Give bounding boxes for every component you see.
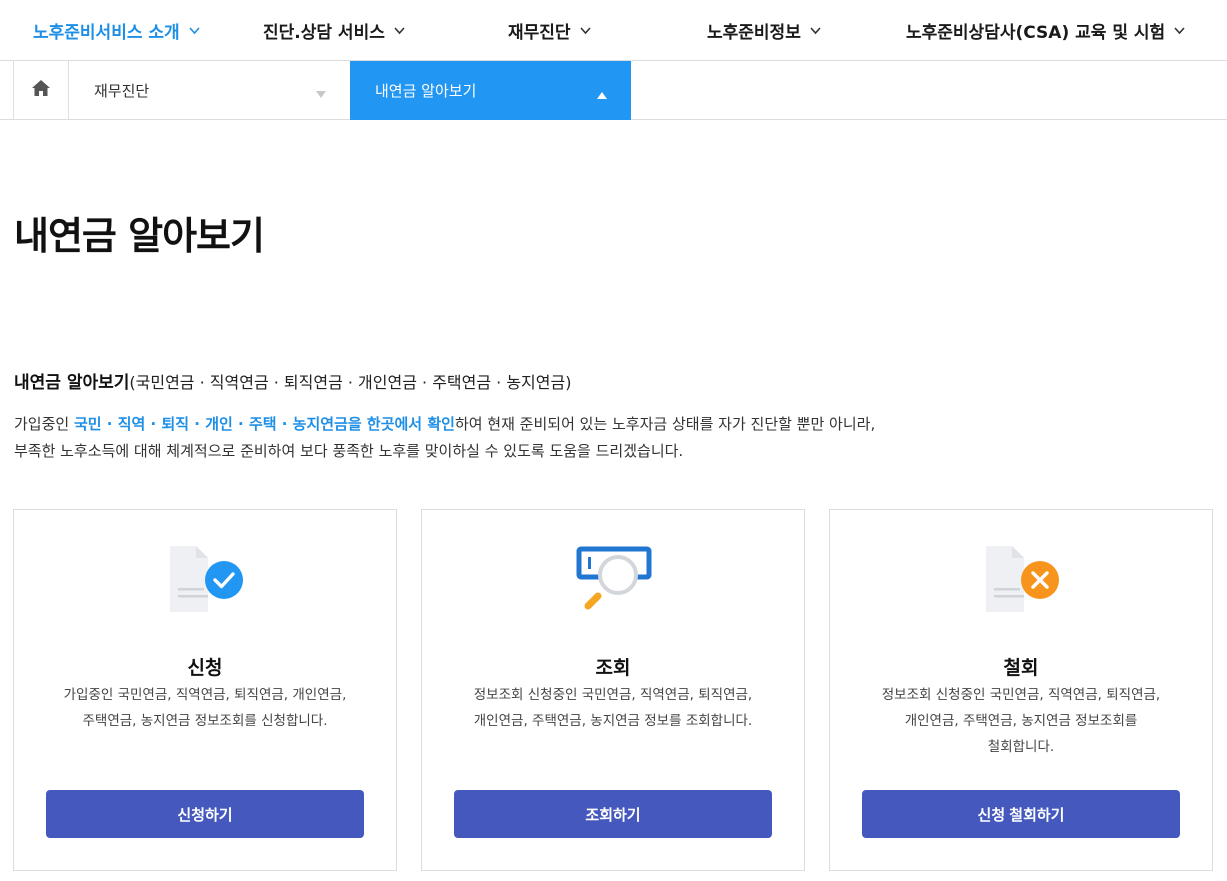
search-magnifier-icon bbox=[574, 540, 654, 614]
top-navigation: 노후준비서비스 소개 진단.상담 서비스 재무진단 노후준비정보 노후준비상담사… bbox=[0, 0, 1227, 61]
nav-item-diagnosis-consulting[interactable]: 진단.상담 서비스 bbox=[263, 0, 406, 60]
caret-up-icon bbox=[597, 85, 607, 103]
card-description-line: 철회합니다. bbox=[987, 739, 1055, 755]
chevron-down-icon bbox=[188, 24, 201, 37]
page-title: 내연금 알아보기 bbox=[14, 214, 265, 258]
card-title: 신청 bbox=[187, 657, 223, 679]
intro-line-2: 부족한 노후소득에 대해 체계적으로 준비하여 보다 풍족한 노후를 맞이하실 … bbox=[14, 442, 684, 460]
nav-item-label: 노후준비상담사(CSA) 교육 및 시험 bbox=[906, 22, 1166, 43]
chevron-down-icon bbox=[1173, 24, 1186, 37]
intro-line-1: 가입중인 국민 · 직역 · 퇴직 · 개인 · 주택 · 농지연금을 한곳에서… bbox=[14, 411, 875, 438]
inquiry-button[interactable]: 조회하기 bbox=[454, 790, 772, 838]
document-cancel-icon bbox=[982, 540, 1062, 614]
card-description-line: 가입중인 국민연금, 직역연금, 퇴직연금, 개인연금, bbox=[63, 687, 347, 703]
card-description: 가입중인 국민연금, 직역연금, 퇴직연금, 개인연금, 주택연금, 농지연금 … bbox=[38, 682, 372, 734]
intro-heading: 내연금 알아보기(국민연금 · 직역연금 · 퇴직연금 · 개인연금 · 주택연… bbox=[14, 368, 571, 393]
document-check-icon bbox=[166, 540, 246, 614]
home-icon bbox=[31, 79, 51, 101]
intro-highlight: 국민 · 직역 · 퇴직 · 개인 · 주택 · 농지연금을 한곳에서 확인 bbox=[73, 415, 455, 433]
apply-card: 신청 가입중인 국민연금, 직역연금, 퇴직연금, 개인연금, 주택연금, 농지… bbox=[13, 509, 397, 871]
intro-line-1-post: 하여 현재 준비되어 있는 노후자금 상태를 자가 진단할 뿐만 아니라, bbox=[454, 415, 876, 433]
breadcrumb-select-level1[interactable]: 재무진단 bbox=[69, 61, 350, 119]
caret-down-icon bbox=[316, 85, 326, 103]
card-description-line: 개인연금, 주택연금, 농지연금 정보를 조회합니다. bbox=[473, 713, 753, 729]
nav-item-label: 재무진단 bbox=[508, 22, 571, 43]
intro-description: 가입중인 국민 · 직역 · 퇴직 · 개인 · 주택 · 농지연금을 한곳에서… bbox=[14, 411, 875, 465]
card-description-line: 개인연금, 주택연금, 농지연금 정보조회를 bbox=[904, 713, 1138, 729]
chevron-down-icon bbox=[393, 24, 406, 37]
nav-item-financial-diagnosis[interactable]: 재무진단 bbox=[508, 0, 592, 60]
nav-item-label: 노후준비정보 bbox=[707, 22, 801, 43]
card-description-line: 정보조회 신청중인 국민연금, 직역연금, 퇴직연금, bbox=[881, 687, 1161, 703]
intro-heading-rest: (국민연금 · 직역연금 · 퇴직연금 · 개인연금 · 주택연금 · 농지연금… bbox=[129, 373, 572, 392]
home-button[interactable] bbox=[13, 61, 69, 119]
withdraw-card: 철회 정보조회 신청중인 국민연금, 직역연금, 퇴직연금, 개인연금, 주택연… bbox=[829, 509, 1213, 871]
card-description-line: 정보조회 신청중인 국민연금, 직역연금, 퇴직연금, bbox=[473, 687, 753, 703]
nav-item-label: 노후준비서비스 소개 bbox=[33, 22, 180, 43]
chevron-down-icon bbox=[809, 24, 822, 37]
nav-item-label: 진단.상담 서비스 bbox=[263, 22, 385, 43]
apply-button[interactable]: 신청하기 bbox=[46, 790, 364, 838]
card-description-line: 주택연금, 농지연금 정보조회를 신청합니다. bbox=[82, 713, 328, 729]
card-description: 정보조회 신청중인 국민연금, 직역연금, 퇴직연금, 개인연금, 주택연금, … bbox=[446, 682, 780, 734]
withdraw-button[interactable]: 신청 철회하기 bbox=[862, 790, 1180, 838]
breadcrumb-level2-label: 내연금 알아보기 bbox=[375, 82, 477, 100]
breadcrumb-level1-label: 재무진단 bbox=[94, 81, 150, 100]
intro-line-1-pre: 가입중인 bbox=[14, 415, 74, 433]
breadcrumb-select-level2[interactable]: 내연금 알아보기 bbox=[350, 61, 631, 120]
card-title: 철회 bbox=[1003, 657, 1039, 679]
nav-item-service-intro[interactable]: 노후준비서비스 소개 bbox=[33, 0, 201, 60]
nav-item-csa-education[interactable]: 노후준비상담사(CSA) 교육 및 시험 bbox=[906, 0, 1186, 60]
nav-item-retirement-info[interactable]: 노후준비정보 bbox=[707, 0, 822, 60]
inquiry-card: 조회 정보조회 신청중인 국민연금, 직역연금, 퇴직연금, 개인연금, 주택연… bbox=[421, 509, 805, 871]
card-title: 조회 bbox=[595, 657, 631, 679]
breadcrumb: 재무진단 내연금 알아보기 bbox=[0, 61, 1227, 120]
chevron-down-icon bbox=[579, 24, 592, 37]
intro-heading-bold: 내연금 알아보기 bbox=[14, 373, 130, 393]
card-description: 정보조회 신청중인 국민연금, 직역연금, 퇴직연금, 개인연금, 주택연금, … bbox=[854, 682, 1188, 760]
